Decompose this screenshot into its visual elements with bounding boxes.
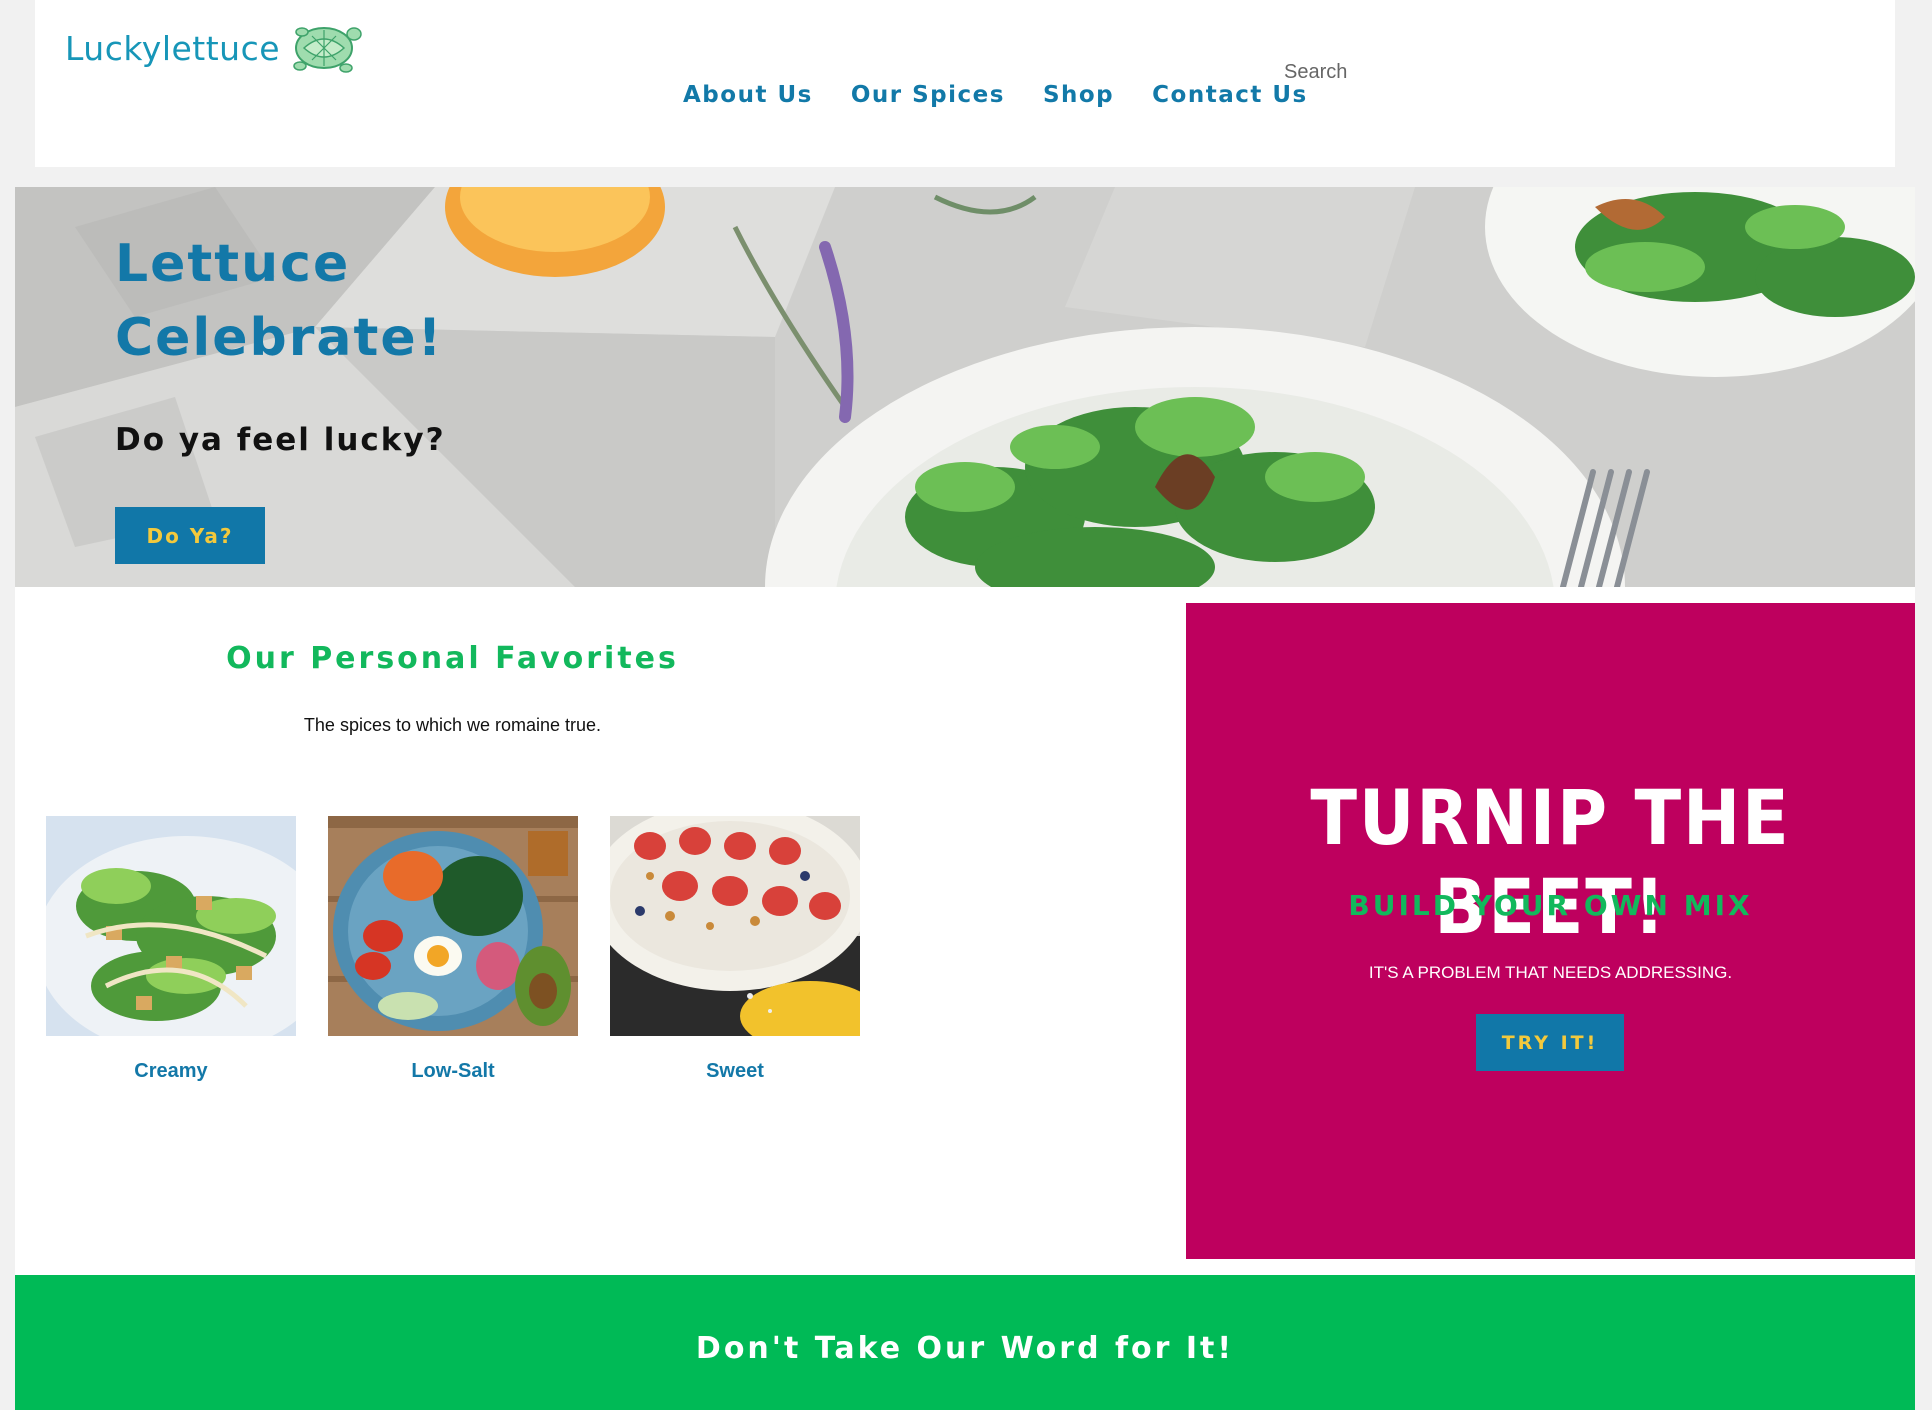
favorite-card-creamy[interactable]: Creamy [46, 816, 296, 1083]
nav-our-spices[interactable]: Our Spices [851, 82, 1005, 108]
favorites-section: Our Personal Favorites The spices to whi… [15, 603, 1185, 1273]
search-input[interactable] [1282, 60, 1506, 85]
logo[interactable]: Luckylettuce [65, 20, 362, 76]
caesar-salad-photo [46, 816, 296, 1036]
nav-about-us[interactable]: About Us [683, 82, 813, 108]
favorite-caption: Low-Salt [411, 1060, 495, 1082]
favorites-title: Our Personal Favorites [226, 641, 679, 676]
promo-title: TURNIP THE BEET! [1310, 773, 1791, 951]
favorite-caption: Sweet [706, 1060, 764, 1082]
favorite-card-sweet[interactable]: Sweet [610, 816, 860, 1083]
strawberry-plate-photo [610, 816, 860, 1036]
testimonials-band: Don't Take Our Word for It! [15, 1275, 1915, 1410]
testimonials-title: Don't Take Our Word for It! [695, 1331, 1235, 1366]
hero-subtitle: Do ya feel lucky? [115, 422, 446, 458]
lettuce-turtle-icon [293, 27, 362, 73]
nav-shop[interactable]: Shop [1043, 82, 1114, 108]
nav-contact-us[interactable]: Contact Us [1152, 82, 1308, 108]
do-ya-button[interactable]: Do Ya? [115, 507, 265, 564]
brand-name: Luckylettuce [65, 28, 281, 68]
try-it-button[interactable]: TRY IT! [1476, 1014, 1624, 1071]
promo-subtitle: BUILD YOUR OWN MIX [1348, 889, 1753, 922]
hero-banner: Lettuce Celebrate! Do ya feel lucky? Do … [15, 187, 1915, 587]
favorites-subtitle: The spices to which we romaine true. [303, 715, 602, 735]
hero-title: Lettuce Celebrate! [115, 234, 444, 368]
favorite-card-low-salt[interactable]: Low-Salt [328, 816, 578, 1083]
main-nav: About Us Our Spices Shop Contact Us [683, 82, 1308, 108]
promo-panel: TURNIP THE BEET! BUILD YOUR OWN MIX IT'S… [1186, 603, 1915, 1259]
egg-avocado-bowl-photo [328, 816, 578, 1036]
site-header: Luckylettuce About Us Our Spices Shop Co… [35, 0, 1895, 167]
favorite-caption: Creamy [134, 1060, 208, 1082]
promo-text: IT'S A PROBLEM THAT NEEDS ADDRESSING. [1368, 963, 1733, 982]
